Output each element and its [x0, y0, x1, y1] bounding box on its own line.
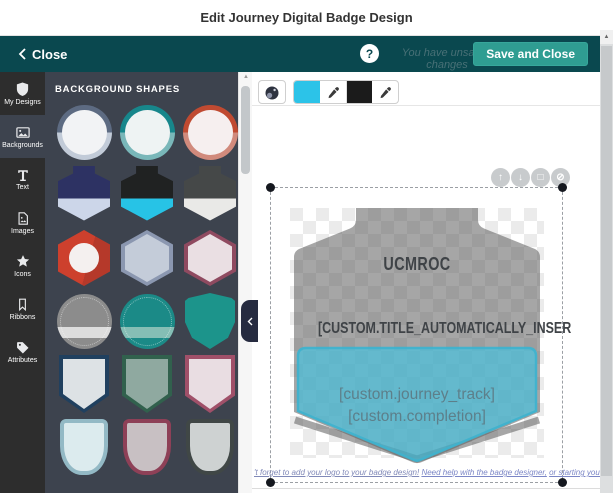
shape-thumbnail-peek-circle[interactable] — [118, 481, 176, 493]
sidebar-item-label: Backgrounds — [2, 142, 43, 149]
move-down-button[interactable]: ↓ — [511, 168, 530, 187]
help-link[interactable]: Need help with the badge designer, — [421, 468, 546, 477]
design-canvas[interactable]: ↑↓□⊘ UCMROC [CUSTOM.TITLE_AUTOMATICALLY_… — [252, 72, 600, 493]
shape-thumbnail-pennant[interactable] — [118, 355, 176, 413]
scroll-up-icon[interactable]: ▲ — [600, 30, 613, 44]
shape-thumbnail-shield[interactable] — [181, 292, 238, 350]
shape-thumbnail-tab-shield[interactable] — [181, 166, 238, 224]
shape-thumbnail-u-shield[interactable] — [55, 418, 113, 476]
sidebar-item-images[interactable]: Images — [0, 201, 45, 244]
close-label: Close — [32, 47, 67, 62]
close-button[interactable]: Close — [18, 47, 67, 62]
sidebar-item-label: Ribbons — [10, 314, 36, 321]
badge-org-text[interactable]: UCMROC — [315, 254, 518, 275]
sidebar-item-attributes[interactable]: Attributes — [0, 330, 45, 373]
help-icon[interactable]: ? — [360, 44, 379, 63]
selection-handle[interactable] — [558, 478, 567, 487]
sidebar-item-label: Images — [11, 228, 34, 235]
badge-completion-text[interactable]: [custom.completion] — [290, 408, 544, 426]
save-and-close-button[interactable]: Save and Close — [473, 42, 588, 66]
collapse-panel-tab[interactable] — [241, 300, 258, 342]
shape-thumbnail-band-circle[interactable] — [55, 292, 113, 350]
shape-grid — [55, 103, 238, 493]
photo-icon — [16, 211, 30, 226]
sidebar-item-label: My Designs — [4, 99, 41, 106]
text-icon — [16, 168, 30, 182]
shape-thumbnail-ring-circle[interactable] — [118, 103, 176, 161]
duplicate-button[interactable]: □ — [531, 168, 550, 187]
sidebar-item-text[interactable]: Text — [0, 158, 45, 201]
image-icon — [15, 125, 31, 140]
bookmark-icon — [16, 297, 29, 312]
window-titlebar: Edit Journey Digital Badge Design — [0, 0, 613, 36]
star-icon — [15, 254, 31, 269]
shield-icon — [15, 81, 30, 97]
shape-thumbnail-pennant[interactable] — [181, 355, 238, 413]
canvas-bottom-divider — [252, 488, 600, 489]
shape-thumbnail-hex-circle[interactable] — [55, 229, 113, 287]
fill-swatch[interactable] — [294, 81, 320, 104]
shape-thumbnail-band-circle[interactable] — [118, 292, 176, 350]
sidebar-item-backgrounds[interactable]: Backgrounds — [0, 115, 45, 158]
action-bar: Close ? You have unsaved changes Save an… — [0, 36, 601, 72]
shape-thumbnail-pennant[interactable] — [55, 355, 113, 413]
move-up-button[interactable]: ↑ — [491, 168, 510, 187]
shape-thumbnail-peek-circle[interactable] — [55, 481, 113, 493]
panel-header: BACKGROUND SHAPES — [55, 84, 238, 95]
shape-thumbnail-u-shield[interactable] — [118, 418, 176, 476]
starting-design-link[interactable]: or starting your design? — [549, 468, 600, 477]
color-sphere-icon[interactable] — [259, 81, 285, 104]
canvas-footer-note: 't forget to add your logo to your badge… — [254, 468, 600, 477]
outline-swatch[interactable] — [346, 81, 372, 104]
page-scrollbar-thumb[interactable] — [601, 46, 612, 476]
sidebar-item-label: Text — [16, 184, 29, 191]
selection-handle[interactable] — [266, 183, 275, 192]
tag-icon — [15, 340, 30, 355]
sidebar-item-ribbons[interactable]: Ribbons — [0, 287, 45, 330]
shape-thumbnail-u-shield[interactable] — [181, 418, 238, 476]
selection-handle[interactable] — [266, 478, 275, 487]
shape-thumbnail-ring-circle[interactable] — [181, 103, 238, 161]
color-toolbar — [258, 80, 399, 104]
panel-scrollbar-thumb[interactable] — [241, 86, 250, 174]
scroll-up-icon[interactable]: ▲ — [239, 74, 253, 80]
sidebar-item-label: Icons — [14, 271, 31, 278]
sidebar-item-icons[interactable]: Icons — [0, 244, 45, 287]
badge-canvas-object[interactable] — [290, 208, 544, 470]
shape-thumbnail-hexagon[interactable] — [181, 229, 238, 287]
eyedropper-icon[interactable] — [372, 81, 398, 104]
shape-thumbnail-tab-shield[interactable] — [118, 166, 176, 224]
page-title: Edit Journey Digital Badge Design — [200, 10, 412, 25]
shape-thumbnail-hexagon[interactable] — [118, 229, 176, 287]
shape-thumbnail-tab-shield[interactable] — [55, 166, 113, 224]
footer-note-text: 't forget to add your logo to your badge… — [254, 468, 419, 477]
badge-title-text[interactable]: [CUSTOM.TITLE_AUTOMATICALLY_INSER — [318, 320, 516, 338]
background-shapes-panel: BACKGROUND SHAPES — [45, 72, 238, 493]
selection-handle[interactable] — [558, 183, 567, 192]
toolbar-divider — [252, 105, 600, 106]
chevron-left-icon — [18, 48, 26, 60]
page-scrollbar[interactable]: ▲ — [600, 30, 613, 493]
shape-thumbnail-peek-circle[interactable] — [181, 481, 238, 493]
panel-scrollbar[interactable]: ▲ — [238, 72, 252, 493]
shape-thumbnail-ring-circle[interactable] — [55, 103, 113, 161]
chevron-left-icon — [247, 317, 253, 326]
sidebar-item-my-designs[interactable]: My Designs — [0, 72, 45, 115]
badge-track-text[interactable]: [custom.journey_track] — [290, 386, 544, 404]
eyedropper-icon[interactable] — [320, 81, 346, 104]
sidebar: My Designs Backgrounds Text Images Icons Ribb… — [0, 72, 45, 493]
sidebar-item-label: Attributes — [8, 357, 38, 364]
